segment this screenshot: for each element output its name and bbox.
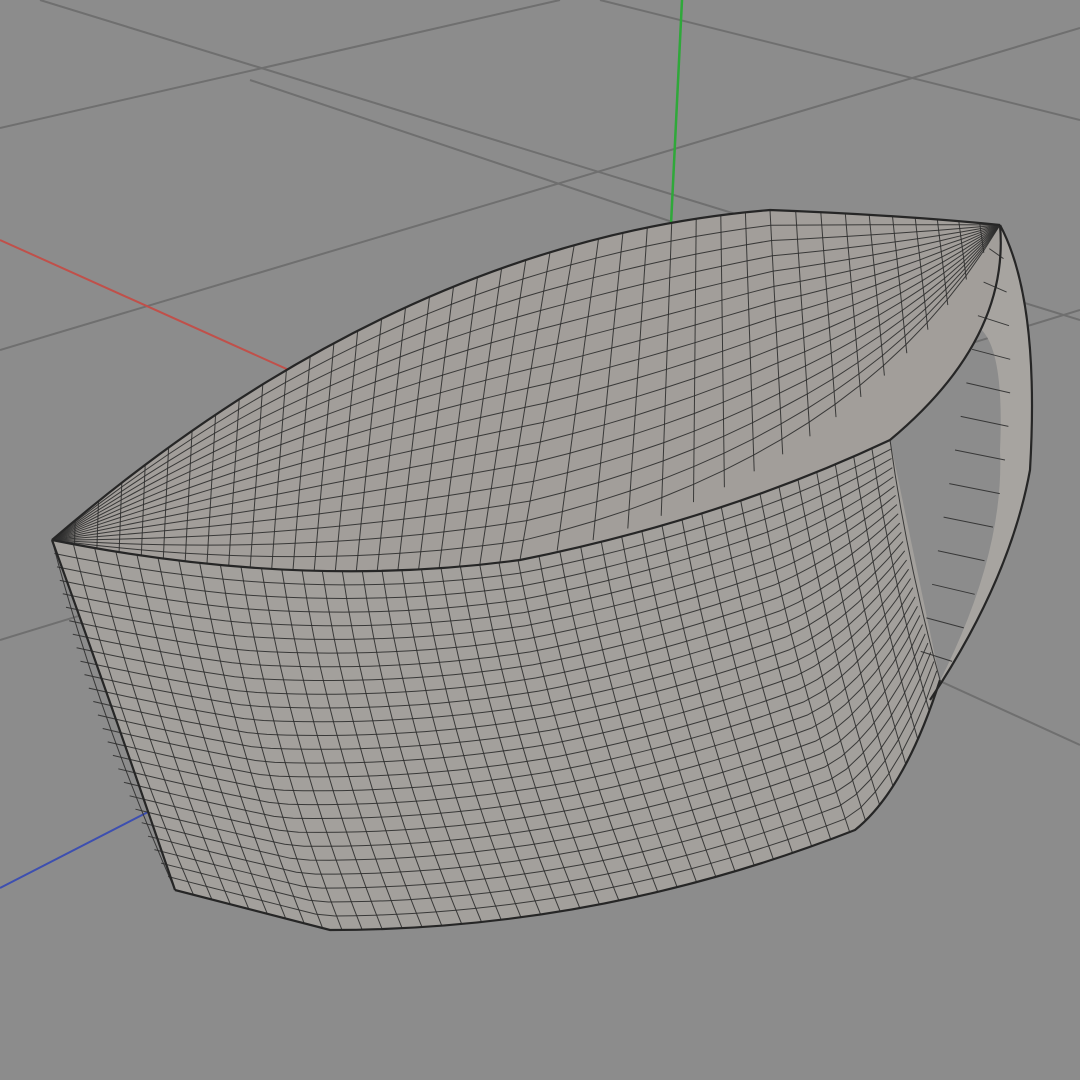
grid-line [599, 0, 1080, 121]
half-disc-mesh[interactable] [50, 208, 1034, 932]
wire-line [931, 583, 975, 595]
viewport-canvas[interactable] [0, 0, 1080, 1080]
wire-line [949, 483, 1000, 495]
x-axis-line [0, 239, 321, 385]
wire-line [926, 617, 964, 629]
wire-line [943, 516, 994, 528]
3d-viewport[interactable] [0, 0, 1080, 1080]
wire-line [74, 520, 76, 545]
grid-line [0, 0, 561, 129]
y-axis-line [668, 0, 684, 246]
wire-line [954, 449, 1006, 461]
wire-line [937, 550, 985, 562]
